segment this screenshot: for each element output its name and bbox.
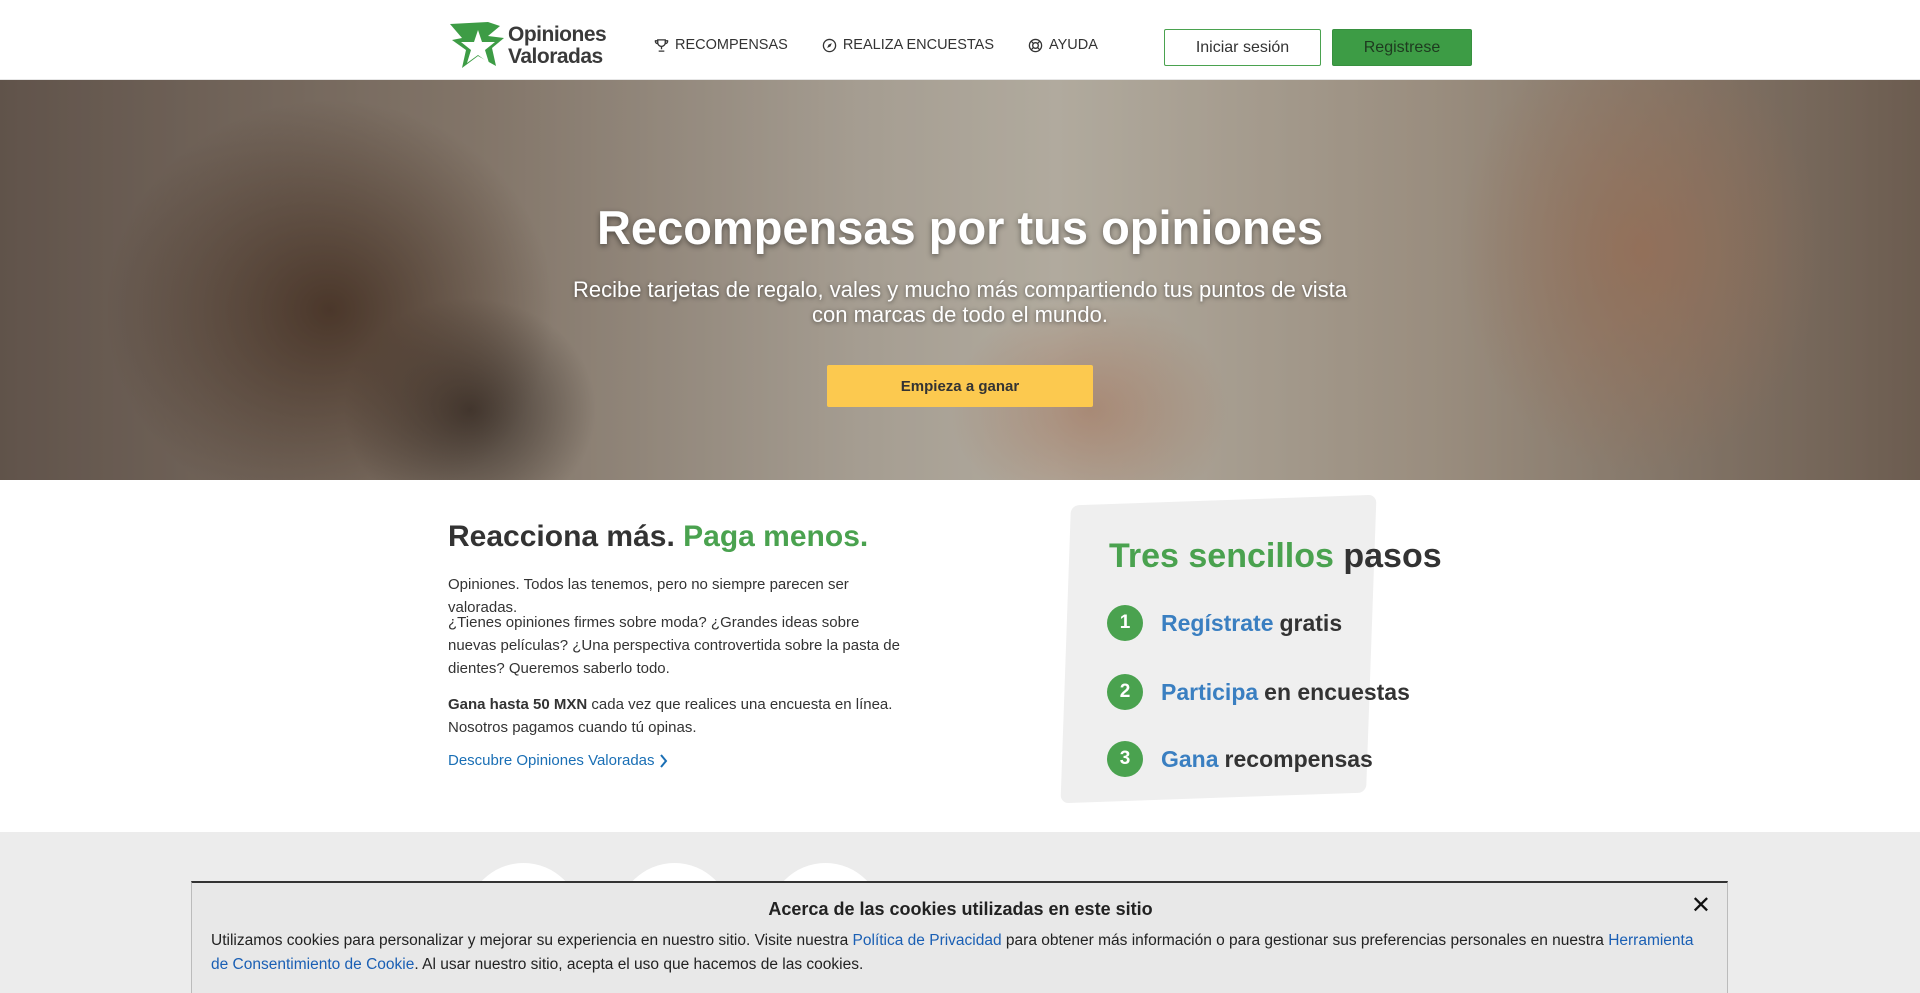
step-highlight: Regístrate xyxy=(1161,609,1274,636)
nav-item-realiza-encuestas[interactable]: REALIZA ENCUESTAS xyxy=(822,37,994,53)
privacy-policy-link[interactable]: Política de Privacidad xyxy=(853,932,1002,949)
nav-item-ayuda[interactable]: AYUDA xyxy=(1028,37,1098,53)
step-rest: gratis xyxy=(1279,609,1343,636)
cookie-text-part3: . Al usar nuestro sitio, acepta el uso q… xyxy=(414,956,864,973)
step-item: 3 Gana recompensas xyxy=(1107,741,1373,777)
steps-title: Tres sencillos pasos xyxy=(1109,537,1442,576)
logo-star-icon xyxy=(448,20,506,72)
cookie-text-part1: Utilizamos cookies para personalizar y m… xyxy=(211,932,853,949)
step-number: 1 xyxy=(1107,605,1143,641)
logo-line1: Opiniones xyxy=(508,23,607,46)
hero-title: Recompensas por tus opiniones xyxy=(596,201,1324,254)
register-button[interactable]: Registrese xyxy=(1332,29,1472,66)
lifebuoy-icon xyxy=(1028,38,1043,52)
step-highlight: Gana xyxy=(1161,745,1219,772)
discover-link[interactable]: Descubre Opiniones Valoradas xyxy=(448,752,668,769)
nav-item-label: AYUDA xyxy=(1049,37,1098,53)
logo-text: Opiniones Valoradas xyxy=(508,23,607,68)
hero-banner: Recompensas por tus opiniones Recibe tar… xyxy=(0,80,1920,480)
cookie-title: Acerca de las cookies utilizadas en este… xyxy=(768,899,1153,919)
login-button[interactable]: Iniciar sesión xyxy=(1164,29,1321,66)
steps-title-rest: pasos xyxy=(1343,537,1442,575)
close-icon[interactable]: ✕ xyxy=(1691,891,1711,920)
discover-link-label: Descubre Opiniones Valoradas xyxy=(448,752,655,769)
step-item: 2 Participa en encuestas xyxy=(1107,674,1410,710)
main-nav: RECOMPENSAS REALIZA ENCUESTAS AYUDA xyxy=(654,37,1132,53)
step-rest: en encuestas xyxy=(1264,678,1410,705)
cookie-text: Utilizamos cookies para personalizar y m… xyxy=(211,929,1711,977)
step-highlight: Participa xyxy=(1161,678,1259,705)
trophy-icon xyxy=(654,38,669,52)
start-earning-button[interactable]: Empieza a ganar xyxy=(827,365,1093,407)
steps-title-green: Tres sencillos xyxy=(1109,537,1334,575)
step-number: 2 xyxy=(1107,674,1143,710)
chevron-right-icon xyxy=(659,753,667,768)
nav-item-recompensas[interactable]: RECOMPENSAS xyxy=(654,37,788,53)
nav-item-label: REALIZA ENCUESTAS xyxy=(842,37,995,53)
intro-paragraph-2: ¿Tienes opiniones firmes sobre moda? ¿Gr… xyxy=(448,614,900,677)
step-item: 1 Regístrate gratis xyxy=(1107,605,1342,641)
cookie-text-part2: para obtener más información o para gest… xyxy=(1001,932,1609,949)
intro-title-part1: Reacciona más. xyxy=(448,520,675,553)
nav-item-label: RECOMPENSAS xyxy=(675,37,788,53)
logo[interactable]: Opiniones Valoradas xyxy=(448,20,607,72)
step-number: 3 xyxy=(1107,741,1143,777)
logo-line2: Valoradas xyxy=(508,45,603,68)
compass-icon xyxy=(822,38,837,52)
intro-paragraph-3: Gana hasta 50 MXN cada vez que realices … xyxy=(448,693,908,739)
cookie-banner: Acerca de las cookies utilizadas en este… xyxy=(191,881,1728,993)
intro-title: Reacciona más. Paga menos. xyxy=(448,520,868,554)
hero-subtitle: Recibe tarjetas de regalo, vales y mucho… xyxy=(572,277,1348,327)
intro-title-part2: Paga menos. xyxy=(683,520,869,553)
site-header: Opiniones Valoradas RECOMPENSAS REALIZA … xyxy=(0,0,1920,80)
step-rest: recompensas xyxy=(1224,745,1373,772)
intro-earn-amount: Gana hasta 50 MXN xyxy=(448,696,588,713)
